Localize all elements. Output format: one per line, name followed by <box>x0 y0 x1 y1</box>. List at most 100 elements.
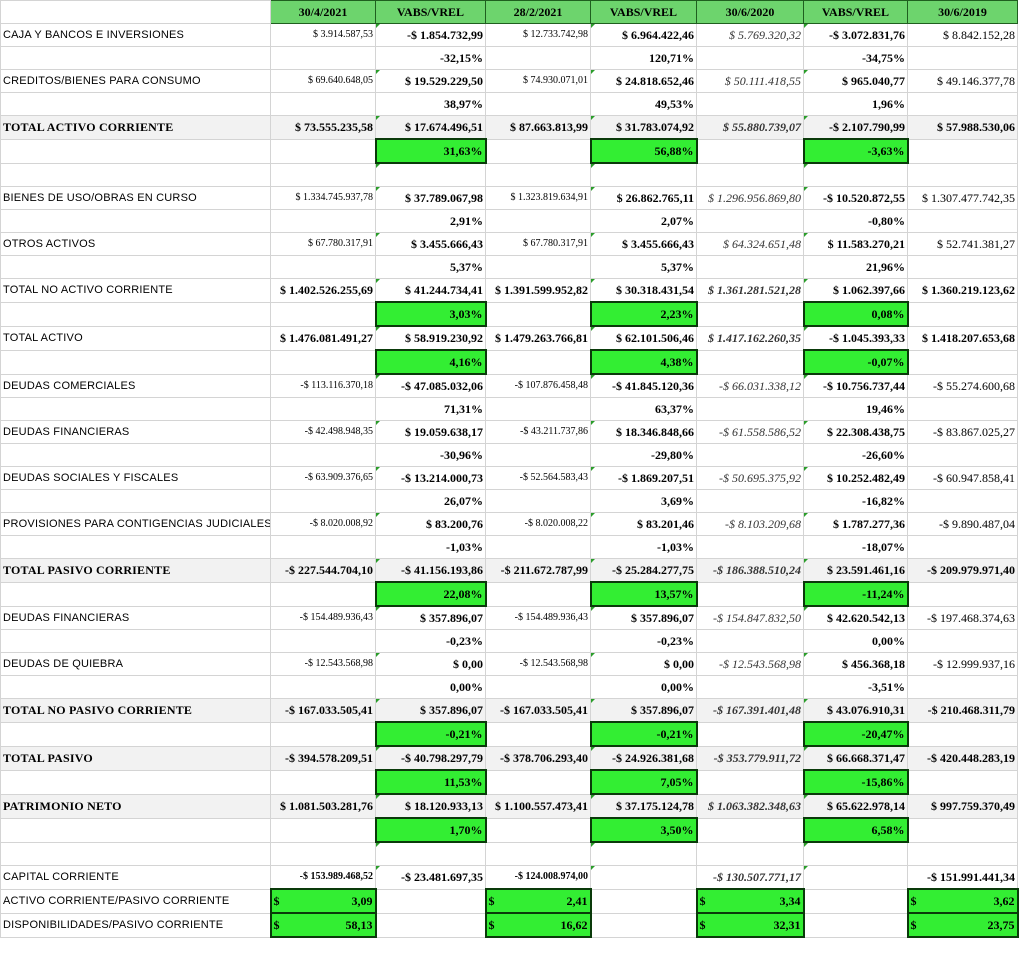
value-cell <box>270 443 376 467</box>
row-label: CAJA Y BANCOS E INVERSIONES <box>0 23 271 47</box>
table-row: DEUDAS SOCIALES Y FISCALES -$ 63.909.376,… <box>0 466 1018 490</box>
value-cell: 1,96% <box>803 92 908 116</box>
value-cell: $ 1.081.503.281,76 <box>270 793 376 819</box>
value-cell <box>485 349 591 375</box>
value-cell <box>485 397 591 421</box>
value-cell: 3,69% <box>590 489 697 513</box>
row-label: DISPONIBILIDADES/PASIVO CORRIENTE <box>0 912 271 938</box>
percent-row: -32,15% 120,71% -34,75% <box>0 46 1018 70</box>
value-cell: 22,08% <box>374 581 487 607</box>
value-cell: -32,15% <box>375 46 486 70</box>
value-cell <box>696 443 804 467</box>
header-cell: 30/4/2021 <box>270 0 376 24</box>
header-blank-cell <box>0 0 271 24</box>
value-cell <box>485 535 591 559</box>
value-cell: 49,53% <box>590 92 697 116</box>
value-cell: -$ 83.867.025,27 <box>907 420 1018 444</box>
table-row: CAJA Y BANCOS E INVERSIONES $ 3.914.587,5… <box>0 23 1018 47</box>
value-cell: -$ 154.489.936,43 <box>485 605 591 630</box>
value-cell <box>907 301 1018 327</box>
value-cell <box>375 888 486 914</box>
value-cell: -$ 154.847.832,50 <box>696 605 804 630</box>
value-cell: $ 965.040,77 <box>803 69 908 93</box>
value-cell <box>485 92 591 116</box>
value-cell: -$ 66.031.338,12 <box>696 373 804 398</box>
value-cell: 19,46% <box>803 397 908 421</box>
value-cell <box>375 841 486 866</box>
header-cell: VABS/VREL <box>803 0 908 24</box>
value-cell: -$ 52.564.583,43 <box>485 466 591 490</box>
table-row: TOTAL NO ACTIVO CORRIENTE $ 1.402.526.255… <box>0 278 1018 303</box>
value-cell <box>270 841 376 866</box>
table-row: BIENES DE USO/OBRAS EN CURSO $ 1.334.745.… <box>0 186 1018 210</box>
row-label <box>0 817 271 843</box>
table-row: ACTIVO CORRIENTE/PASIVO CORRIENTE $3,09 $2… <box>0 888 1019 914</box>
value-cell <box>375 912 486 938</box>
value-cell: $ 18.346.848,66 <box>590 420 697 444</box>
row-label <box>0 721 271 747</box>
percent-row: 11,53% 7,05% -15,86% <box>0 769 1018 795</box>
value-cell <box>270 769 376 795</box>
value-cell: -$ 167.391.401,48 <box>696 698 804 723</box>
value-cell: $ 69.640.648,05 <box>270 69 376 93</box>
value-cell <box>485 162 591 187</box>
header-row: 30/4/2021 VABS/VREL 28/2/2021 VABS/VREL 30/6… <box>0 0 1018 24</box>
value-cell: $16,62 <box>484 912 592 938</box>
value-cell <box>696 489 804 513</box>
value-cell: -$ 24.926.381,68 <box>590 745 697 771</box>
value-cell: -$ 153.989.468,52 <box>270 865 376 890</box>
row-label <box>0 841 271 866</box>
value-cell: $ 83.201,46 <box>590 512 697 536</box>
value-cell: 5,37% <box>590 255 697 279</box>
table-row: DEUDAS DE QUIEBRA -$ 12.543.568,98 $ 0,00-… <box>0 652 1018 676</box>
value-cell <box>485 209 591 233</box>
value-cell: -$ 186.388.510,24 <box>696 558 804 583</box>
value-cell: -30,96% <box>375 443 486 467</box>
value-cell: -1,03% <box>590 535 697 559</box>
value-cell: -$ 130.507.771,17 <box>696 865 804 890</box>
value-cell: $ 37.175.124,78 <box>590 793 697 819</box>
value-cell: 5,37% <box>375 255 486 279</box>
value-cell: -$ 12.543.568,98 <box>485 652 591 676</box>
value-cell: $ 0,00 <box>590 652 697 676</box>
value-cell: -$ 12.543.568,98 <box>270 652 376 676</box>
currency-symbol: $ <box>488 918 495 932</box>
value-cell <box>270 162 376 187</box>
percent-row: 0,00% 0,00% -3,51% <box>0 675 1018 699</box>
value-cell: $ 73.555.235,58 <box>270 115 376 140</box>
value-cell: $ 87.663.813,99 <box>485 115 591 140</box>
value-cell <box>270 629 376 653</box>
table-row: CAPITAL CORRIENTE -$ 153.989.468,52 -$ 23.… <box>0 865 1018 890</box>
value-cell: 0,08% <box>802 301 909 327</box>
row-label <box>0 629 271 653</box>
percent-row: -0,23% -0,23% 0,00% <box>0 629 1018 653</box>
value-cell: 1,70% <box>374 817 487 843</box>
value-cell: -$ 8.020.008,92 <box>270 512 376 536</box>
value-cell: $2,41 <box>484 888 592 914</box>
value-cell: $ 62.101.506,46 <box>590 325 697 351</box>
row-label: ACTIVO CORRIENTE/PASIVO CORRIENTE <box>0 888 271 914</box>
value-cell: $ 24.818.652,46 <box>590 69 697 93</box>
value-cell: $ 8.842.152,28 <box>907 23 1018 47</box>
value-cell: -$ 3.072.831,76 <box>803 23 908 47</box>
value-cell: $ 357.896,07 <box>375 605 486 630</box>
value-cell <box>270 721 376 747</box>
value-cell: 63,37% <box>590 397 697 421</box>
value-cell <box>907 721 1018 747</box>
value-cell: -$ 43.211.737,86 <box>485 420 591 444</box>
value-cell: -1,03% <box>375 535 486 559</box>
value-cell: $ 31.783.074,92 <box>590 115 697 140</box>
value-cell <box>270 675 376 699</box>
value-cell <box>907 255 1018 279</box>
percent-row: 1,70% 3,50% 6,58% <box>0 817 1018 843</box>
row-label: TOTAL NO PASIVO CORRIENTE <box>0 698 271 723</box>
table-row: TOTAL PASIVO -$ 394.578.209,51 -$ 40.798.2… <box>0 745 1018 771</box>
value-cell <box>907 92 1018 116</box>
percent-row: 71,31% 63,37% 19,46% <box>0 397 1018 421</box>
table-row: DEUDAS COMERCIALES -$ 113.116.370,18 -$ 47… <box>0 373 1018 398</box>
currency-symbol: $ <box>273 894 280 908</box>
value-cell: -$ 12.543.568,98 <box>696 652 804 676</box>
value-cell: -$ 113.116.370,18 <box>270 373 376 398</box>
balance-sheet-table: 30/4/2021 VABS/VREL 28/2/2021 VABS/VREL 30/6… <box>0 0 1019 938</box>
value-cell <box>907 162 1018 187</box>
